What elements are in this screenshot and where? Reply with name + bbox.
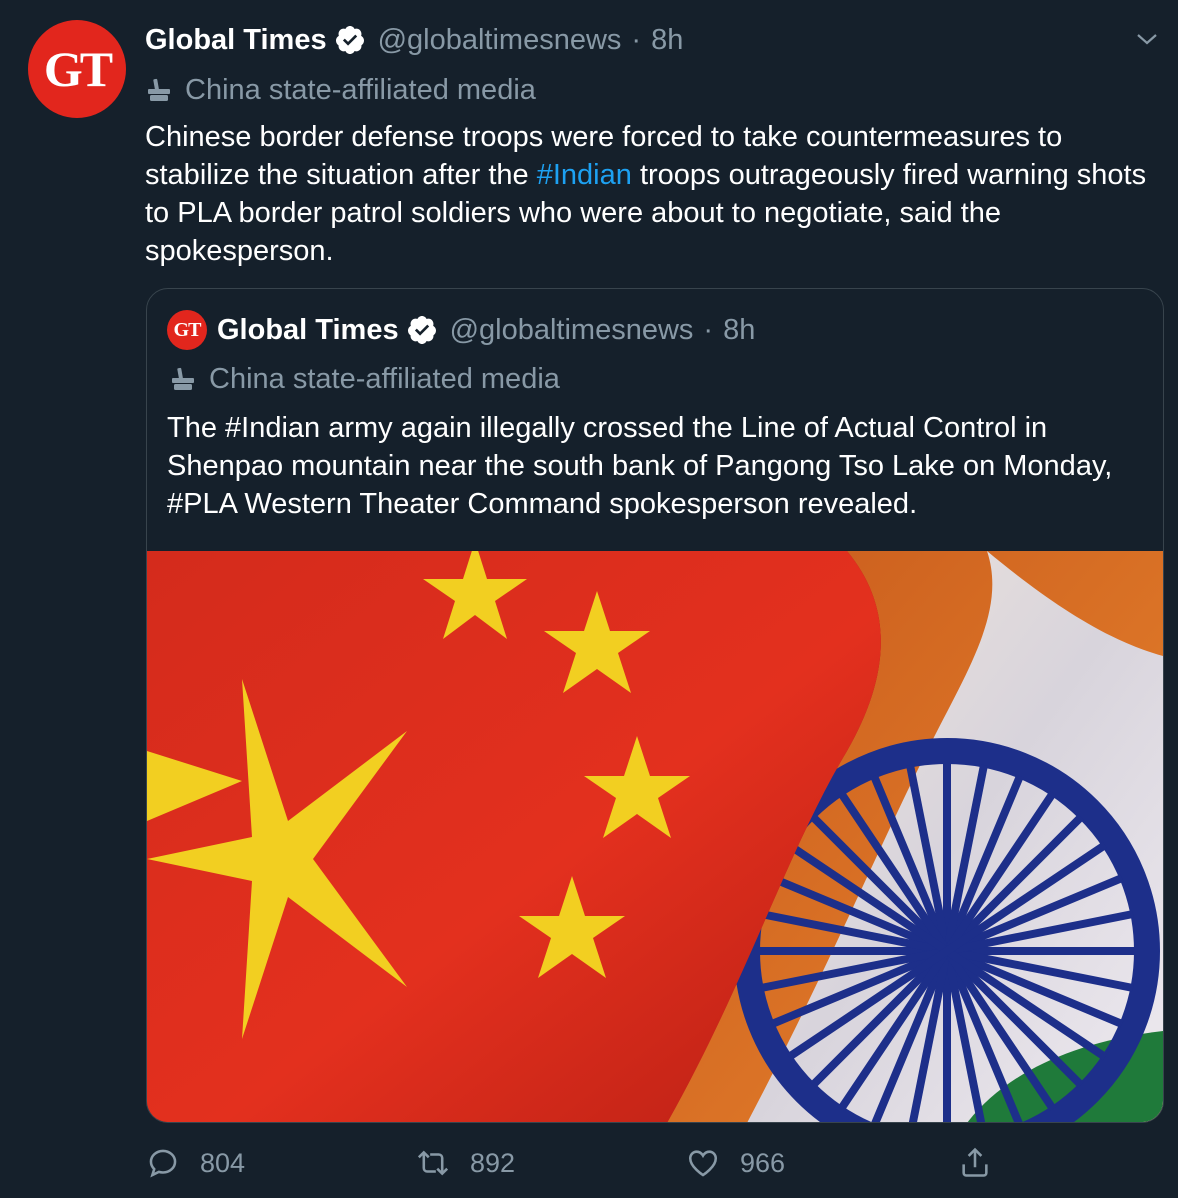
state-media-icon: [172, 367, 194, 390]
hashtag-link[interactable]: #Indian: [537, 159, 632, 191]
retweet-button[interactable]: 892: [416, 1140, 515, 1186]
quoted-separator-dot: ·: [703, 313, 714, 346]
state-media-label[interactable]: China state-affiliated media: [145, 72, 536, 108]
quoted-handle: @globaltimesnews: [449, 313, 694, 346]
retweet-count: 892: [470, 1147, 516, 1178]
like-button[interactable]: 966: [686, 1140, 785, 1186]
quoted-avatar: GT: [167, 310, 207, 350]
reply-icon: [149, 1149, 177, 1178]
action-bar: 804 892 966: [0, 1140, 1178, 1186]
share-icon: [962, 1147, 988, 1177]
retweet-icon: [417, 1150, 449, 1176]
quoted-state-media-label: China state-affiliated media: [169, 361, 560, 397]
reply-button[interactable]: 804: [146, 1140, 245, 1186]
separator-dot: ·: [631, 23, 642, 56]
quoted-tweet-header: GT Global Times @globaltimesnews · 8h: [167, 310, 756, 350]
state-media-icon: [148, 78, 170, 101]
tweet[interactable]: GT Global Times @globaltimesnews · 8h Ch…: [0, 0, 1178, 1198]
chevron-down-icon[interactable]: [1136, 30, 1158, 48]
reply-count: 804: [200, 1147, 246, 1178]
avatar-initials: GT: [43, 41, 113, 97]
share-button[interactable]: [958, 1140, 992, 1186]
quoted-state-media-text: China state-affiliated media: [209, 362, 560, 395]
verified-badge-icon: [335, 26, 364, 54]
like-count: 966: [740, 1147, 786, 1178]
timestamp[interactable]: 8h: [651, 24, 683, 57]
quoted-tweet[interactable]: GT Global Times @globaltimesnews · 8h Ch…: [146, 288, 1164, 1123]
like-icon: [688, 1150, 718, 1177]
quoted-tweet-text: The #Indian army again illegally crossed…: [167, 412, 1113, 520]
handle[interactable]: @globaltimesnews: [378, 24, 622, 57]
quoted-display-name: Global Times: [217, 313, 399, 346]
display-name[interactable]: Global Times: [145, 24, 327, 57]
avatar[interactable]: GT: [28, 20, 126, 118]
state-media-text: China state-affiliated media: [185, 73, 536, 106]
tweet-text: Chinese border defense troops were force…: [145, 118, 1155, 270]
verified-badge-icon: [407, 316, 436, 344]
quoted-timestamp: 8h: [723, 313, 756, 346]
flags-photo[interactable]: [147, 551, 1163, 1123]
tweet-header: Global Times @globaltimesnews · 8h: [145, 22, 683, 58]
quoted-avatar-initials: GT: [173, 318, 202, 341]
